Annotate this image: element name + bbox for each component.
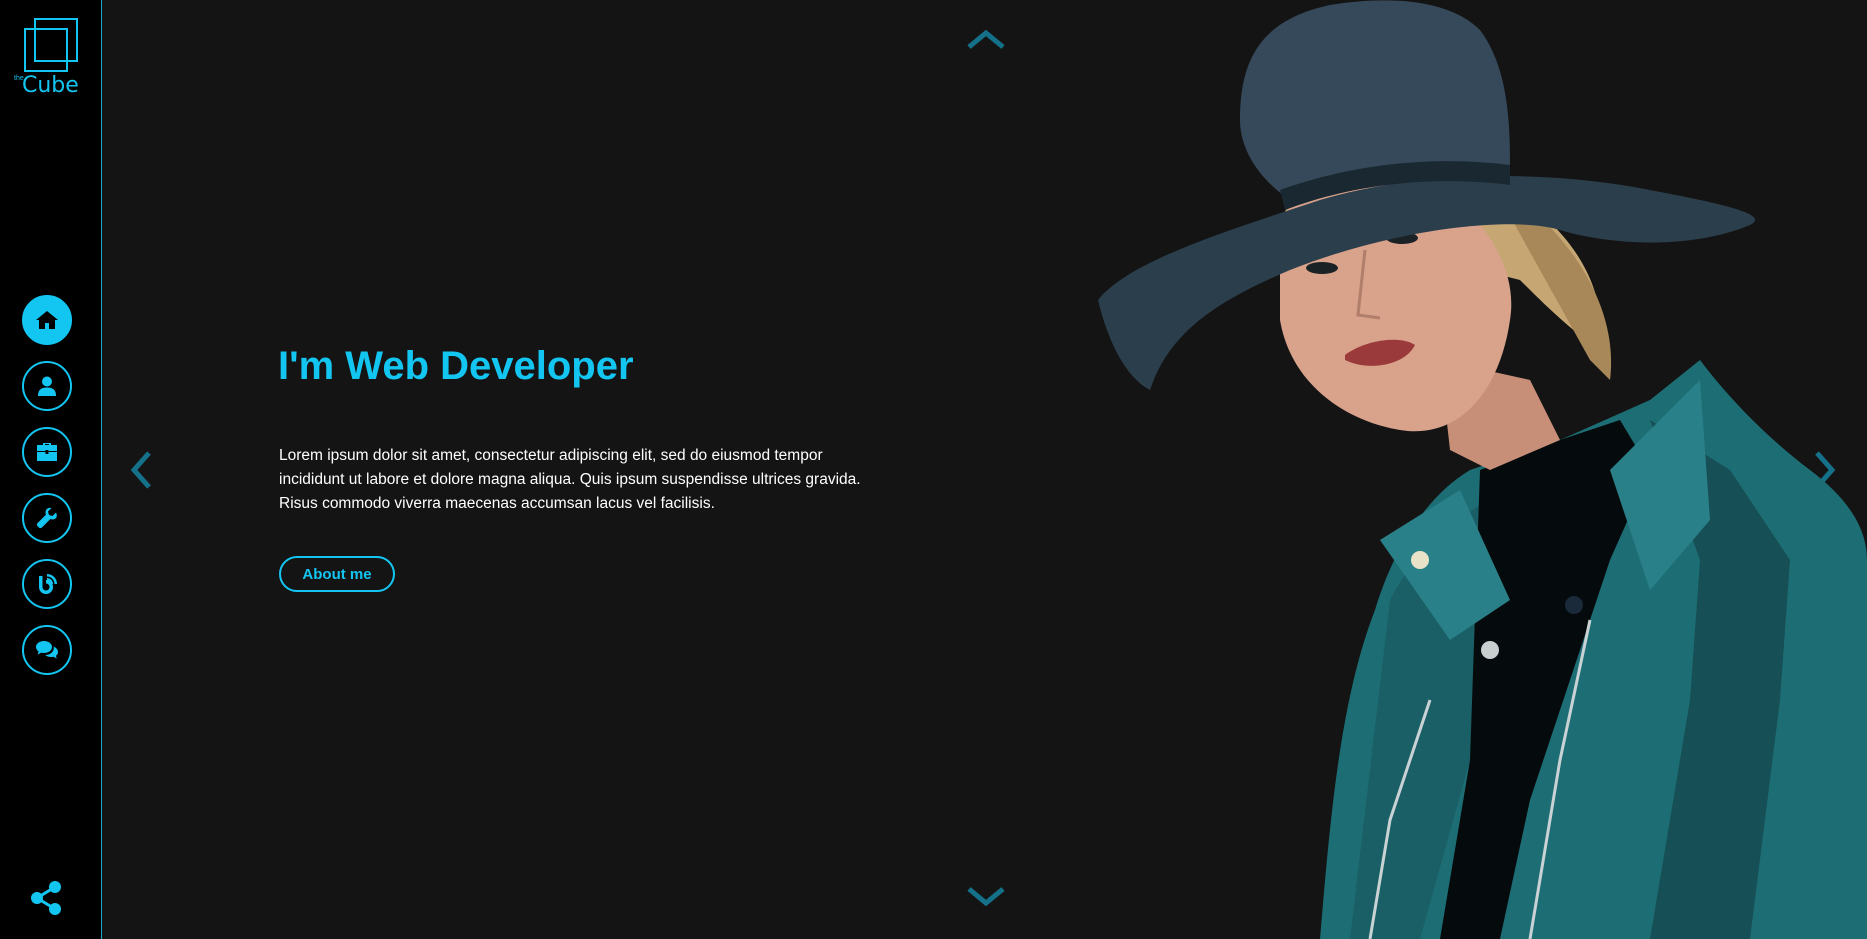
wrench-icon [36, 507, 57, 529]
chat-icon [36, 641, 58, 659]
nav-item-portfolio[interactable] [22, 427, 72, 477]
logo-text: Cube [22, 73, 79, 98]
user-icon [38, 376, 56, 396]
logo[interactable]: the Cube [12, 18, 82, 98]
slide-prev-arrow[interactable] [128, 450, 154, 490]
sidebar-nav [22, 295, 72, 691]
home-icon [36, 311, 58, 329]
hero-description: Lorem ipsum dolor sit amet, consectetur … [279, 447, 861, 512]
chevron-left-icon [130, 451, 151, 489]
chevron-up-icon [967, 29, 1005, 49]
briefcase-icon [37, 443, 57, 461]
blog-icon [39, 574, 57, 594]
nav-item-services[interactable] [22, 493, 72, 543]
sidebar: the Cube [0, 0, 102, 939]
hero-title: I'm Web Developer [278, 344, 634, 388]
nav-item-contact[interactable] [22, 625, 72, 675]
logo-square-back [34, 18, 78, 62]
nav-item-about[interactable] [22, 361, 72, 411]
share-button[interactable] [30, 880, 62, 916]
share-icon [31, 881, 61, 915]
slide-up-arrow[interactable] [966, 28, 1006, 50]
slide-down-arrow[interactable] [966, 886, 1006, 908]
nav-item-blog[interactable] [22, 559, 72, 609]
nav-item-home[interactable] [22, 295, 72, 345]
chevron-down-icon [967, 887, 1005, 907]
page: the Cube I'm Web Developer Lorem ipsum d… [0, 0, 1867, 939]
hero-portrait-image [1090, 0, 1867, 939]
about-me-button[interactable]: About me [279, 556, 395, 592]
